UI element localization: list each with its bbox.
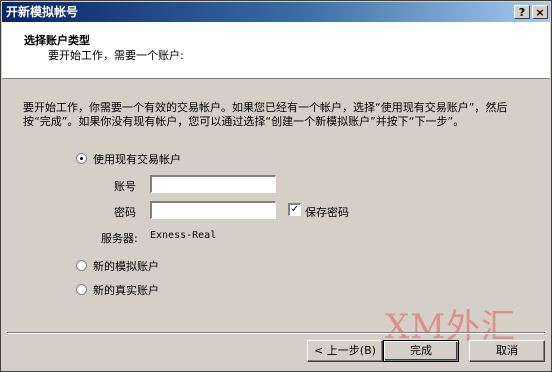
account-label: 账号	[114, 180, 136, 193]
close-button[interactable]: ×	[532, 5, 548, 19]
radio-real-account[interactable]	[76, 284, 87, 295]
radio-real-account-label[interactable]: 新的真实账户	[93, 282, 159, 298]
finish-button[interactable]: 完成	[383, 340, 459, 362]
radio-existing-account-label[interactable]: 使用现有交易帐户	[93, 151, 181, 167]
window-title: 开新模拟帐号	[6, 5, 79, 19]
help-button[interactable]: ?	[514, 5, 530, 19]
radio-demo-account[interactable]	[76, 260, 87, 271]
title-bar[interactable]: 开新模拟帐号 ? ×	[2, 2, 550, 22]
password-label: 密码	[114, 206, 136, 219]
radio-demo-account-label[interactable]: 新的模拟账户	[93, 258, 159, 274]
header-title: 选择账户类型	[24, 34, 90, 47]
server-value: Exness-Real	[150, 230, 217, 241]
account-input[interactable]	[150, 175, 276, 193]
footer-separator-highlight	[7, 333, 545, 334]
back-button[interactable]: < 上一步(B)	[307, 340, 383, 362]
wizard-header: 选择账户类型 要开始工作，需要一个账户:	[2, 22, 550, 79]
radio-existing-account[interactable]	[76, 153, 87, 164]
server-label: 服务器:	[101, 232, 138, 245]
password-input[interactable]	[150, 201, 276, 219]
intro-text: 要开始工作，你需要一个有效的交易帐户。如果您已经有一个帐户，选择“使用现有交易账…	[23, 101, 508, 128]
cancel-button[interactable]: 取消	[469, 340, 545, 362]
save-password-label[interactable]: 保存密码	[305, 204, 349, 220]
save-password-checkbox[interactable]: ✓	[288, 203, 301, 216]
header-subtitle: 要开始工作，需要一个账户:	[48, 49, 184, 62]
dialog-window: 开新模拟帐号 ? × 选择账户类型 要开始工作，需要一个账户: 要开始工作，你需…	[0, 0, 552, 372]
